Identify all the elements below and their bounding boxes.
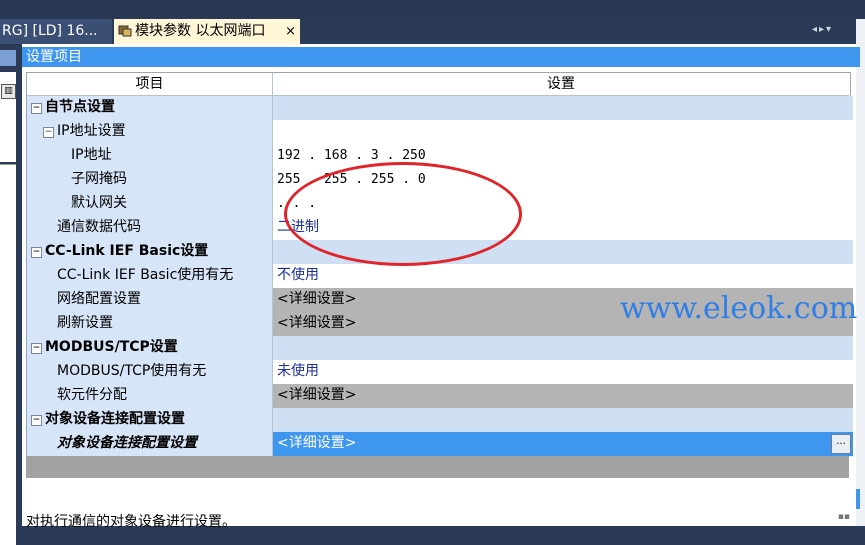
row-own-node-settings[interactable]: − 自节点设置 bbox=[27, 96, 853, 121]
row-label: 网络配置设置 bbox=[57, 291, 141, 307]
left-panel-header bbox=[0, 50, 16, 66]
row-label: CC-Link IEF Basic设置 bbox=[45, 243, 209, 259]
collapse-icon[interactable]: − bbox=[31, 415, 42, 426]
row-value bbox=[272, 408, 853, 433]
ellipsis-button[interactable]: ... bbox=[831, 434, 851, 454]
row-label: 软元件分配 bbox=[57, 387, 127, 403]
row-label: 对象设备连接配置设置 bbox=[45, 411, 185, 427]
collapse-icon[interactable]: − bbox=[43, 127, 54, 138]
setting-items-header: 设置项目 bbox=[22, 47, 860, 67]
tab-module-parameter-ethernet[interactable]: 模块参数 以太网端口 × bbox=[114, 19, 300, 44]
device-assignment-detail-setting[interactable]: <详细设置> bbox=[272, 384, 853, 409]
description-text: 对执行通信的对象设备进行设置。 bbox=[26, 514, 236, 530]
row-label: MODBUS/TCP设置 bbox=[45, 339, 178, 355]
grid-empty-area bbox=[26, 456, 849, 478]
row-ip-address-settings[interactable]: − IP地址设置 bbox=[27, 120, 853, 145]
module-parameter-icon bbox=[118, 21, 132, 37]
row-modbus-tcp-settings[interactable]: − MODBUS/TCP设置 bbox=[27, 336, 853, 361]
row-label: MODBUS/TCP使用有无 bbox=[57, 363, 207, 379]
row-label: 刷新设置 bbox=[57, 315, 113, 331]
column-header-setting: 设置 bbox=[272, 73, 849, 96]
external-device-config-detail-setting[interactable]: <详细设置>... bbox=[272, 432, 853, 457]
row-label: IP地址设置 bbox=[57, 123, 126, 139]
description-panel: 对执行通信的对象设备进行设置。 ▪▪ bbox=[22, 489, 856, 530]
toolbar-icon[interactable]: ▥ bbox=[1, 84, 16, 99]
tab-strip-top-band bbox=[0, 0, 865, 18]
row-label: 子网掩码 bbox=[71, 171, 127, 187]
row-label: CC-Link IEF Basic使用有无 bbox=[57, 267, 234, 283]
tab-title: 模块参数 以太网端口 bbox=[135, 23, 266, 39]
left-panel-toolbar: ▥ bbox=[0, 72, 16, 162]
row-modbus-tcp-usage[interactable]: MODBUS/TCP使用有无 未使用 bbox=[27, 360, 853, 385]
collapse-icon[interactable]: − bbox=[31, 247, 42, 258]
tab-plc-program[interactable]: RG] [LD] 16... bbox=[0, 19, 112, 44]
highlight-oval bbox=[284, 162, 522, 266]
row-label: 对象设备连接配置设置 bbox=[57, 435, 197, 451]
row-cc-link-ief-basic-usage[interactable]: CC-Link IEF Basic使用有无 不使用 bbox=[27, 264, 853, 289]
modbus-usage-select[interactable]: 未使用 bbox=[272, 360, 853, 385]
row-external-device-config-category[interactable]: − 对象设备连接配置设置 bbox=[27, 408, 853, 433]
column-header-item: 项目 bbox=[27, 73, 272, 96]
row-label: 自节点设置 bbox=[45, 99, 115, 115]
row-external-device-config[interactable]: 对象设备连接配置设置 <详细设置>... bbox=[27, 432, 853, 457]
close-tab-icon[interactable]: × bbox=[285, 19, 296, 44]
watermark-text: www.eleok.com bbox=[620, 291, 858, 326]
resize-grip-icon[interactable]: ▪▪ bbox=[838, 512, 850, 522]
collapse-icon[interactable]: − bbox=[31, 343, 42, 354]
row-value bbox=[272, 120, 853, 145]
tab-navigation-arrows-icon[interactable]: ◂▸▾ bbox=[812, 24, 833, 35]
settings-panel: 设置项目 项目 设置 − 自节点设置 − IP地址设置 IP地址 192 . 168… bbox=[22, 44, 860, 530]
row-label: 通信数据代码 bbox=[57, 219, 141, 235]
left-navigation-panel: ▥ bbox=[0, 44, 20, 545]
settings-grid: 项目 设置 − 自节点设置 − IP地址设置 IP地址 192 . 168 . 3 … bbox=[26, 72, 853, 457]
collapse-icon[interactable]: − bbox=[31, 103, 42, 114]
left-panel-tree bbox=[0, 164, 16, 545]
row-label: IP地址 bbox=[71, 147, 112, 163]
right-dock-panel bbox=[856, 19, 865, 526]
document-tab-strip: RG] [LD] 16... 模块参数 以太网端口 × ◂▸▾ bbox=[0, 0, 865, 44]
row-value bbox=[272, 96, 853, 121]
row-value bbox=[272, 336, 853, 361]
cc-link-usage-select[interactable]: 不使用 bbox=[272, 264, 853, 289]
row-label: 默认网关 bbox=[71, 195, 127, 211]
row-value: <详细设置> bbox=[277, 435, 357, 451]
row-device-assignment[interactable]: 软元件分配 <详细设置> bbox=[27, 384, 853, 409]
